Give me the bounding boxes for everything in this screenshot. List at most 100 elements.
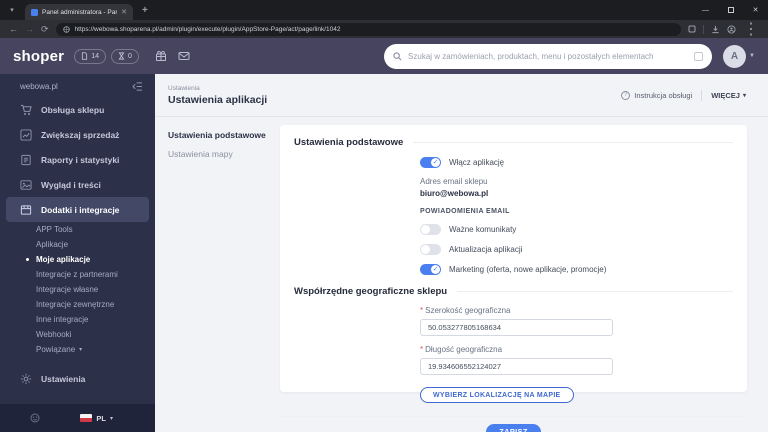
longitude-input[interactable] [420, 358, 613, 375]
cart-icon [20, 104, 32, 116]
side-panel-icon[interactable] [688, 25, 696, 33]
account-menu[interactable]: A ▼ [723, 44, 755, 68]
language-selector[interactable]: PL ▾ [80, 414, 113, 423]
notify-marketing-toggle[interactable]: ✓ [420, 264, 441, 275]
enable-app-toggle[interactable]: ✓ [420, 157, 441, 168]
section-rule [457, 291, 733, 292]
sidebar-subitem-aplikacje[interactable]: Aplikacje [0, 237, 155, 252]
hourglass-icon [118, 52, 125, 60]
latitude-input[interactable] [420, 319, 613, 336]
basic-fields: ✓ Włącz aplikację Adres email sklepu biu… [420, 157, 733, 275]
sidebar-subitem-integracje-zewnetrzne[interactable]: Integracje zewnętrzne [0, 297, 155, 312]
sidebar-subitem-inne-integracje[interactable]: Inne integracje [0, 312, 155, 327]
toggle-knob: ✓ [431, 265, 440, 274]
assistant-icon[interactable] [30, 413, 40, 423]
toggle-label: Aktualizacja aplikacji [449, 245, 523, 254]
longitude-label: * Długość geograficzna [420, 345, 733, 354]
header-divider [701, 89, 703, 101]
notes-badge[interactable]: 14 [74, 48, 107, 64]
tab-search-icon[interactable]: ▾ [5, 3, 19, 17]
avatar[interactable]: A [723, 44, 747, 68]
close-button[interactable]: ✕ [743, 0, 768, 20]
url-text: https://webowa.shoparena.pl/admin/plugin… [74, 25, 341, 33]
sidebar-item-wyglad[interactable]: Wygląd i treści [0, 172, 155, 197]
enable-app-row: ✓ Włącz aplikację [420, 157, 733, 168]
sidebar-item-label: Raporty i statystyki [41, 154, 120, 165]
subitem-label: Webhooki [36, 330, 72, 339]
document-icon [82, 52, 88, 60]
global-search[interactable] [384, 43, 713, 69]
sidebar-subitem-moje-aplikacje[interactable]: Moje aplikacje [0, 252, 155, 267]
subitem-label: Inne integracje [36, 315, 89, 324]
section-rule [413, 142, 733, 143]
screen: ▾ Panel administratora - Panel Ad ✕ + — … [0, 0, 768, 432]
search-icon [393, 51, 402, 60]
sidebar-item-obsluga-sklepu[interactable]: Obsługa sklepu [0, 97, 155, 122]
help-label: Instrukcja obsługi [634, 90, 693, 100]
sidebar-item-raporty[interactable]: Raporty i statystyki [0, 147, 155, 172]
notify-updates-toggle[interactable]: ✓ [420, 244, 441, 255]
sidebar-item-dodatki-integracje[interactable]: Dodatki i integracje [6, 197, 149, 222]
help-link[interactable]: ? Instrukcja obsługi [621, 90, 693, 100]
gift-icon[interactable] [155, 50, 167, 62]
more-button[interactable]: WIĘCEJ ▾ [711, 91, 746, 100]
main-content: Ustawienia Ustawienia aplikacji ? Instru… [155, 74, 768, 432]
window-controls: — ✕ [693, 0, 768, 20]
subnav-ustawienia-mapy[interactable]: Ustawienia mapy [168, 149, 278, 159]
shoper-logo: shoper [13, 47, 65, 65]
label-text: Długość geograficzna [425, 345, 503, 354]
sidebar-item-label: Zwiększaj sprzedaż [41, 129, 120, 140]
active-dot [26, 258, 29, 261]
choose-location-button[interactable]: WYBIERZ LOKALIZACJĘ NA MAPIE [420, 387, 574, 403]
email-value: biuro@webowa.pl [420, 189, 489, 198]
sidebar-item-zwiekszaj-sprzedaz[interactable]: Zwiększaj sprzedaż [0, 122, 155, 147]
maximize-button[interactable] [718, 0, 743, 20]
save-button[interactable]: ZAPISZ [486, 423, 541, 432]
page-title: Ustawienia aplikacji [168, 93, 268, 106]
site-info-icon[interactable] [62, 25, 70, 33]
tasks-badge[interactable]: 0 [111, 48, 139, 64]
toggle-label: Włącz aplikację [449, 158, 505, 167]
section-title: Ustawienia podstawowe [294, 137, 404, 148]
back-icon[interactable]: ← [9, 24, 18, 34]
address-bar[interactable]: https://webowa.shoparena.pl/admin/plugin… [55, 22, 681, 36]
sidebar-subitem-app-tools[interactable]: APP Tools [0, 222, 155, 237]
download-icon[interactable] [711, 25, 720, 34]
section-title: Współrzędne geograficzne sklepu [294, 286, 448, 297]
sidebar-subitem-powiazane[interactable]: Powiązane ▾ [0, 342, 155, 357]
search-hotkey-icon [694, 51, 704, 61]
new-tab-button[interactable]: + [142, 5, 148, 16]
collapse-sidebar-icon[interactable] [132, 82, 143, 91]
notify-important-row: ✓ Ważne komunikaty [420, 224, 733, 235]
notify-important-toggle[interactable]: ✓ [420, 224, 441, 235]
sidebar-subitem-integracje-z-partnerami[interactable]: Integracje z partnerami [0, 267, 155, 282]
subitem-label: Integracje własne [36, 285, 99, 294]
sidebar-subitem-integracje-wlasne[interactable]: Integracje własne [0, 282, 155, 297]
browser-tab[interactable]: Panel administratora - Panel Ad ✕ [25, 4, 133, 20]
sidebar-item-ustawienia[interactable]: Ustawienia [0, 366, 155, 391]
more-label: WIĘCEJ [711, 90, 740, 100]
plugin-icon [20, 204, 32, 216]
toggle-knob: ✓ [421, 245, 430, 254]
settings-subnav: Ustawienia podstawowe Ustawienia mapy [168, 130, 278, 168]
tab-close-icon[interactable]: ✕ [121, 9, 127, 16]
subnav-ustawienia-podstawowe[interactable]: Ustawienia podstawowe [168, 130, 278, 140]
subitem-label: Powiązane [36, 345, 76, 354]
chevron-down-icon: ▾ [109, 415, 113, 422]
profile-icon[interactable] [727, 24, 736, 34]
page-header: Ustawienia Ustawienia aplikacji ? Instru… [155, 74, 768, 117]
sidebar-item-label: Wygląd i treści [41, 179, 101, 190]
required-mark: * [420, 306, 424, 315]
forward-icon[interactable]: → [25, 24, 34, 34]
save-row: ZAPISZ [294, 417, 733, 432]
geo-fields: *Szerokość geograficzna *Długość geograf… [420, 306, 733, 403]
menu-kebab-icon[interactable]: ⋮ [743, 19, 759, 39]
reload-icon[interactable]: ⟳ [41, 24, 49, 34]
mail-icon[interactable] [178, 51, 190, 61]
minimize-button[interactable]: — [693, 0, 718, 20]
subitem-label: Moje aplikacje [36, 255, 91, 264]
search-input[interactable] [408, 51, 689, 61]
sidebar-item-label: Ustawienia [41, 373, 86, 384]
latitude-label: * Szerokość geograficzna [420, 306, 733, 315]
sidebar-subitem-webhooki[interactable]: Webhooki [0, 327, 155, 342]
